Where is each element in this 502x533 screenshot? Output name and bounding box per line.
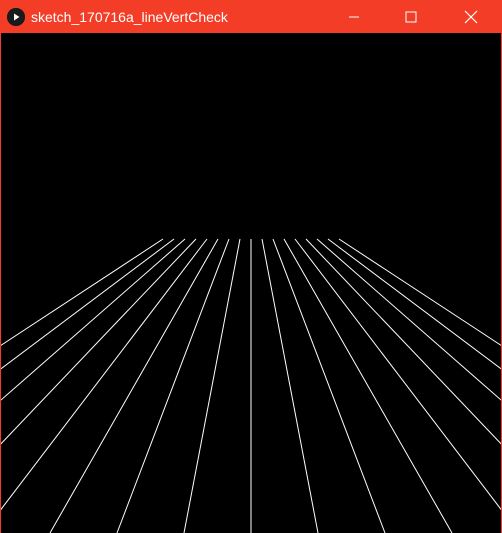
perspective-line <box>1 238 197 445</box>
play-icon[interactable] <box>7 8 25 26</box>
perspective-line <box>316 238 501 401</box>
sketch-canvas[interactable] <box>1 33 501 533</box>
perspective-line <box>327 238 501 370</box>
perspective-line <box>1 238 208 511</box>
close-button[interactable] <box>448 1 494 33</box>
maximize-button[interactable] <box>388 1 434 33</box>
maximize-icon <box>405 11 417 23</box>
perspective-line <box>305 238 501 445</box>
perspective-line <box>1 238 175 370</box>
close-icon <box>464 10 478 24</box>
perspective-line <box>338 238 501 346</box>
perspective-line <box>294 238 501 511</box>
line-pattern <box>1 238 501 533</box>
minimize-icon <box>349 16 359 18</box>
app-window: sketch_170716a_lineVertCheck <box>0 0 502 533</box>
minimize-button[interactable] <box>331 1 377 33</box>
window-title: sketch_170716a_lineVertCheck <box>31 9 228 25</box>
title-bar[interactable]: sketch_170716a_lineVertCheck <box>1 1 501 33</box>
perspective-line <box>1 238 164 346</box>
perspective-line <box>1 238 186 401</box>
